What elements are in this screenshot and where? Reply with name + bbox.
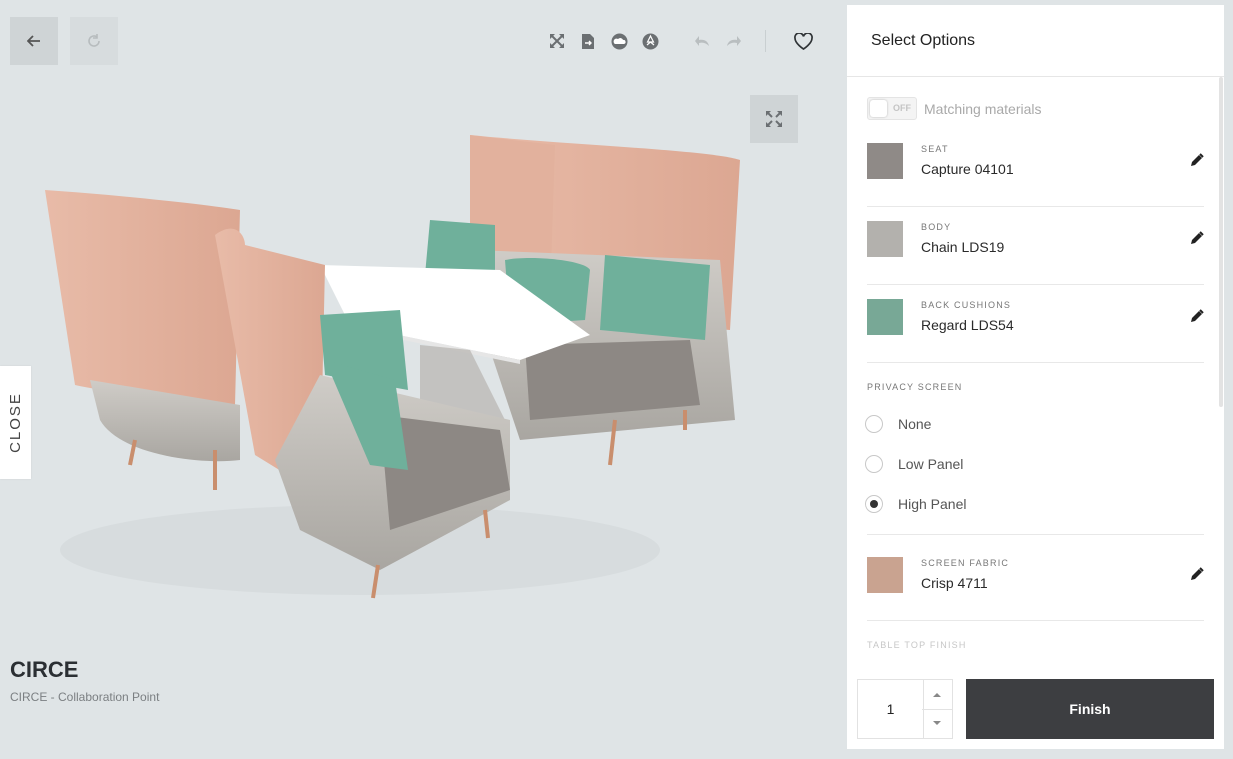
chevron-down-icon [933, 721, 941, 725]
toggle-knob [870, 100, 887, 117]
close-panel-tab[interactable]: CLOSE [0, 366, 31, 479]
expand-arrows-icon [766, 111, 782, 127]
radio-button[interactable] [865, 415, 883, 433]
option-category: SEAT [921, 144, 949, 154]
toggle-state: OFF [893, 103, 911, 113]
option-category: SCREEN FABRIC [921, 558, 1010, 568]
export-file-button[interactable] [578, 31, 598, 51]
privacy-screen-title: PRIVACY SCREEN [867, 382, 963, 392]
matching-materials-toggle[interactable]: OFF [867, 97, 917, 120]
pencil-icon[interactable] [1190, 153, 1204, 167]
favorite-button[interactable] [793, 31, 813, 51]
matching-materials-row: OFF Matching materials [867, 97, 1042, 120]
expand-arrows-icon [550, 34, 564, 48]
back-cushions-swatch [867, 299, 903, 335]
privacy-option-high-panel[interactable]: High Panel [865, 495, 967, 513]
option-category: BODY [921, 222, 952, 232]
option-value: Chain LDS19 [921, 239, 1005, 255]
panel-scrollbar[interactable] [1219, 77, 1223, 407]
pencil-icon[interactable] [1190, 231, 1204, 245]
option-value: Capture 04101 [921, 161, 1014, 177]
privacy-option-none[interactable]: None [865, 415, 931, 433]
option-body[interactable]: BODY Chain LDS19 [867, 206, 1204, 285]
redo-icon [727, 36, 741, 46]
option-value: Crisp 4711 [921, 575, 988, 591]
arrow-left-icon [27, 35, 40, 47]
section-divider [867, 534, 1204, 535]
radio-label: None [898, 416, 932, 432]
fullscreen-toolbar-button[interactable] [547, 31, 567, 51]
view-ar-button[interactable] [609, 31, 629, 51]
radio-button[interactable] [865, 455, 883, 473]
option-category: BACK CUSHIONS [921, 300, 1012, 310]
3d-viewer[interactable]: CLOSE CIRCE CIRCE - Collaboration Point [0, 0, 846, 759]
option-screen-fabric[interactable]: SCREEN FABRIC Crisp 4711 [867, 542, 1204, 621]
expand-viewer-button[interactable] [750, 95, 798, 143]
quantity-increment[interactable] [922, 680, 952, 710]
seat-swatch [867, 143, 903, 179]
product-subtitle: CIRCE - Collaboration Point [10, 690, 160, 704]
panel-title: Select Options [847, 5, 1224, 77]
product-title: CIRCE [10, 657, 79, 682]
undo-icon [695, 36, 709, 46]
table-top-finish-title: TABLE TOP FINISH [867, 640, 967, 650]
finish-button[interactable]: Finish [966, 679, 1214, 739]
option-back-cushions[interactable]: BACK CUSHIONS Regard LDS54 [867, 284, 1204, 363]
option-seat[interactable]: SEAT Capture 04101 [867, 128, 1204, 207]
product-render[interactable] [30, 120, 750, 610]
matching-materials-label: Matching materials [924, 100, 1042, 117]
back-button[interactable] [10, 17, 58, 65]
quantity-decrement[interactable] [922, 709, 952, 738]
pencil-icon[interactable] [1190, 567, 1204, 581]
cloud-circle-icon [611, 33, 627, 49]
pencil-icon[interactable] [1190, 309, 1204, 323]
radio-label: High Panel [898, 496, 967, 512]
close-label: CLOSE [7, 392, 25, 453]
options-panel: Select Options OFF Matching materials SE… [847, 5, 1224, 749]
redo-button[interactable] [724, 31, 744, 51]
pdf-icon [642, 33, 658, 49]
toolbar-divider [765, 30, 766, 52]
body-swatch [867, 221, 903, 257]
file-export-icon [582, 33, 594, 49]
chevron-up-icon [933, 693, 941, 697]
pdf-button[interactable] [640, 31, 660, 51]
reset-view-button[interactable] [70, 17, 118, 65]
screen-fabric-swatch [867, 557, 903, 593]
option-value: Regard LDS54 [921, 317, 1014, 333]
heart-icon [793, 32, 813, 50]
radio-button-selected[interactable] [865, 495, 883, 513]
privacy-option-low-panel[interactable]: Low Panel [865, 455, 963, 473]
undo-button[interactable] [692, 31, 712, 51]
quantity-value[interactable]: 1 [858, 680, 924, 738]
quantity-stepper[interactable]: 1 [857, 679, 953, 739]
refresh-icon [88, 34, 100, 47]
radio-label: Low Panel [898, 456, 964, 472]
